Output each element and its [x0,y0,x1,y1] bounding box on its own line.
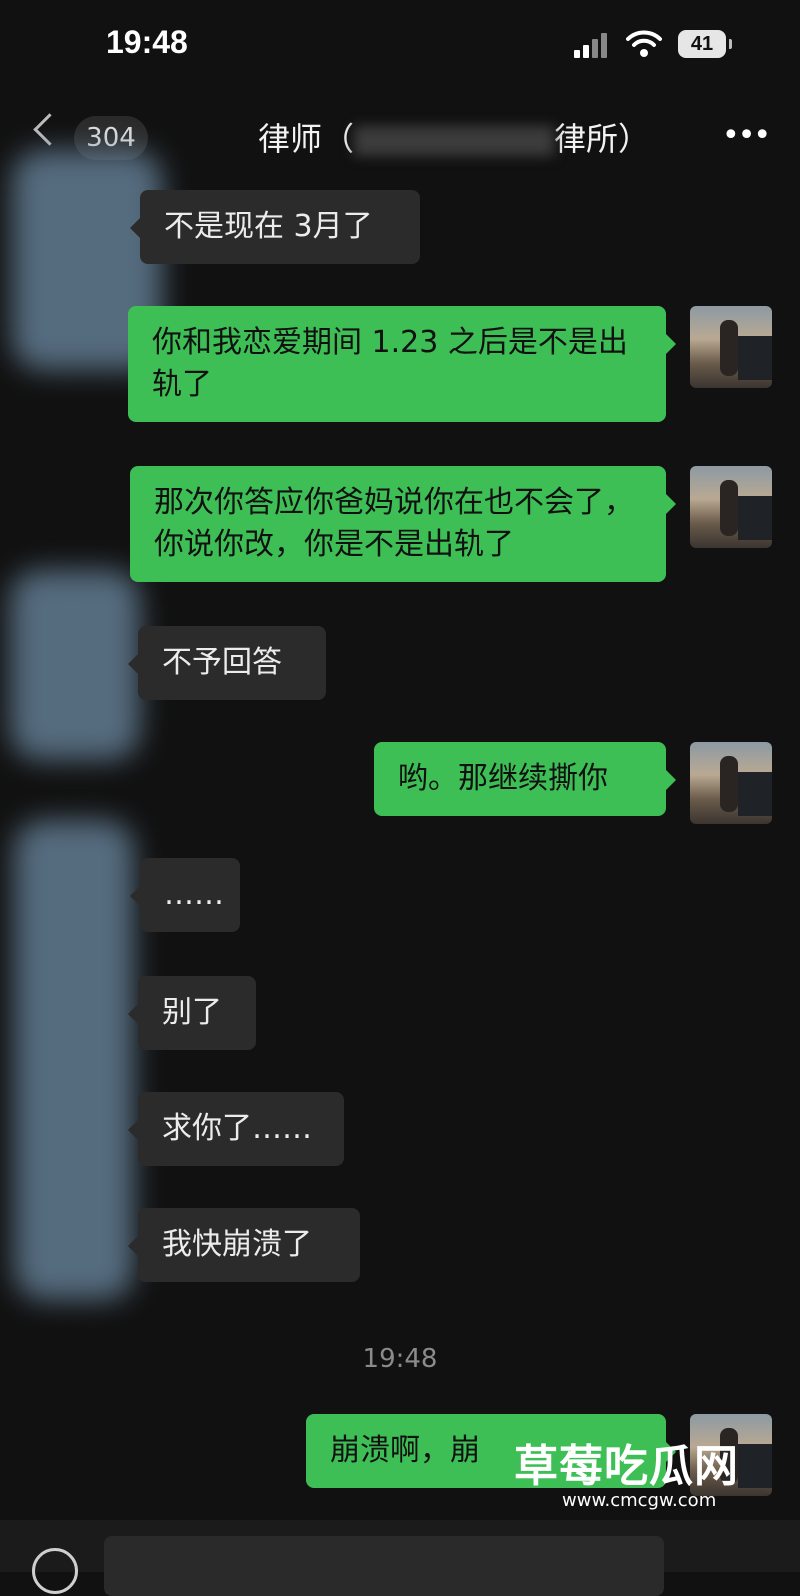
message-bubble-incoming[interactable]: 我快崩溃了 [128,1208,360,1282]
avatar[interactable] [690,306,772,388]
avatar[interactable] [690,742,772,824]
cellular-signal-icon [574,30,614,58]
message-timestamp: 19:48 [362,1344,438,1374]
redacted-name [354,126,555,156]
voice-input-icon[interactable] [32,1548,78,1594]
message-bubble-incoming[interactable]: 别了 [128,976,256,1050]
message-bubble-outgoing[interactable]: 那次你答应你爸妈说你在也不会了，你说你改，你是不是出轨了 [130,466,676,582]
watermark-text: 草莓吃瓜网 [514,1441,739,1492]
status-time: 19:48 [106,24,188,60]
watermark-url: www.cmcgw.com [562,1490,717,1511]
avatar[interactable] [690,466,772,548]
redacted-avatar-blur [14,820,134,1300]
chat-title-prefix: 律师（ [258,120,355,158]
status-bar: 19:48 41 [0,0,800,90]
more-options-icon[interactable]: ••• [722,118,771,153]
message-bubble-incoming[interactable]: …… [130,858,240,932]
chat-title: 律师（ 律所） [258,114,650,160]
message-bubble-incoming[interactable]: 不予回答 [128,626,326,700]
chat-title-suffix: 律所） [554,120,651,158]
battery-indicator: 41 [678,30,732,58]
message-bubble-outgoing[interactable]: 你和我恋爱期间 1.23 之后是不是出轨了 [128,306,676,422]
redacted-avatar-blur [10,570,140,760]
message-input[interactable] [104,1536,664,1596]
message-bubble-incoming[interactable]: 求你了…… [128,1092,344,1166]
message-bubble-incoming[interactable]: 不是现在 3月了 [130,190,420,264]
message-bubble-outgoing[interactable]: 哟。那继续撕你 [374,742,676,816]
wifi-icon [626,30,662,57]
